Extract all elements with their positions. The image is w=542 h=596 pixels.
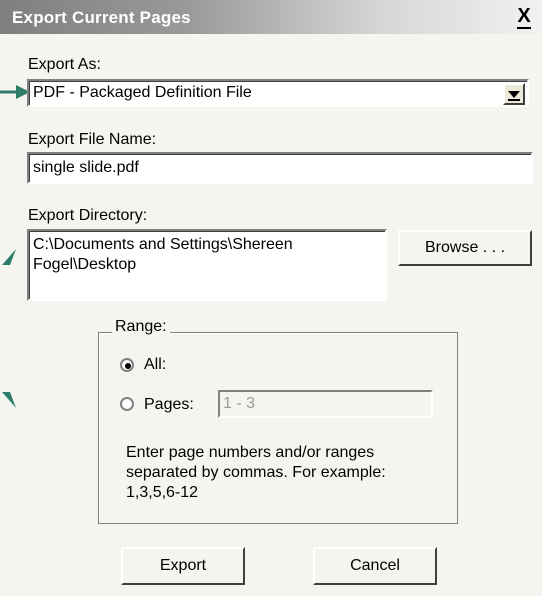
- file-name-value: single slide.pdf: [33, 159, 139, 176]
- directory-line-2: Fogel\Desktop: [33, 256, 137, 273]
- pages-input[interactable]: 1 - 3: [218, 390, 433, 418]
- pointer-arrow-icon: [2, 249, 16, 265]
- file-name-input[interactable]: single slide.pdf: [27, 152, 533, 184]
- chevron-down-icon: [508, 91, 520, 101]
- directory-field[interactable]: C:\Documents and Settings\Shereen Fogel\…: [27, 229, 387, 301]
- close-button[interactable]: X: [512, 5, 536, 29]
- export-as-label: Export As:: [28, 56, 101, 73]
- dropdown-button[interactable]: [503, 83, 525, 105]
- pointer-arrow-icon: [2, 392, 16, 408]
- hint-line-1: Enter page numbers and/or ranges: [126, 444, 375, 461]
- range-title: Range:: [112, 318, 170, 336]
- pages-radio-label: Pages:: [144, 396, 194, 413]
- window-title: Export Current Pages: [12, 8, 191, 27]
- export-as-dropdown[interactable]: PDF - Packaged Definition File: [27, 79, 529, 107]
- export-as-value: PDF - Packaged Definition File: [33, 84, 252, 101]
- directory-line-1: C:\Documents and Settings\Shereen: [33, 236, 293, 253]
- close-icon: X: [517, 4, 531, 29]
- hint-line-2: separated by commas. For example:: [126, 464, 386, 481]
- all-radio-label: All:: [144, 356, 167, 373]
- directory-value: C:\Documents and Settings\Shereen Fogel\…: [33, 235, 293, 275]
- all-radio[interactable]: [120, 358, 134, 372]
- cancel-button[interactable]: Cancel: [313, 547, 437, 585]
- browse-button[interactable]: Browse . . .: [398, 230, 532, 266]
- export-button[interactable]: Export: [121, 547, 245, 585]
- range-hint: Enter page numbers and/or ranges separat…: [126, 443, 446, 503]
- file-name-label: Export File Name:: [28, 131, 157, 148]
- directory-label: Export Directory:: [28, 207, 148, 224]
- pages-radio[interactable]: [120, 397, 134, 411]
- hint-line-3: 1,3,5,6-12: [126, 484, 199, 501]
- pages-value: 1 - 3: [223, 395, 256, 412]
- title-bar: Export Current Pages X: [0, 0, 542, 34]
